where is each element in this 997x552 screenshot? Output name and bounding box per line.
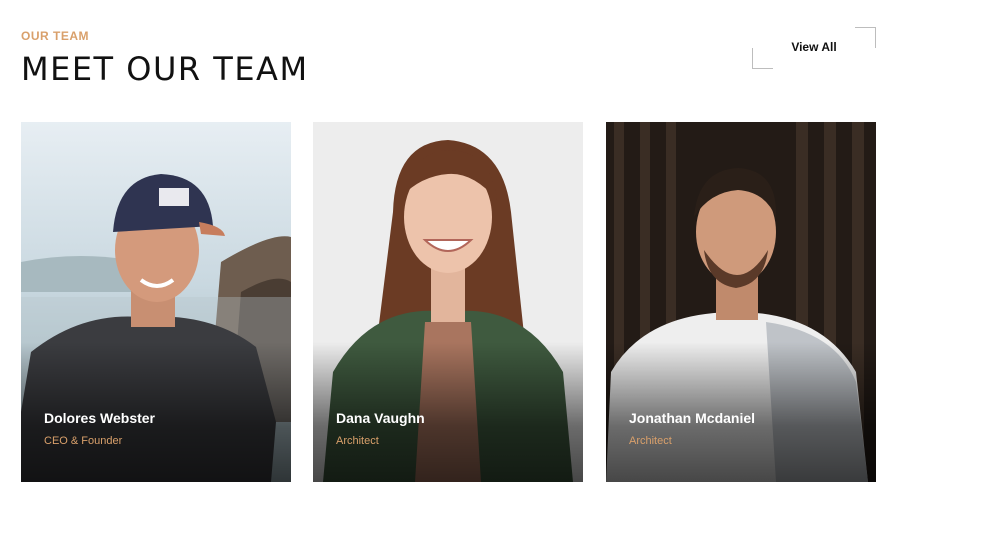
member-name[interactable]: Dolores Webster	[44, 410, 155, 426]
view-all-button[interactable]: View All	[752, 27, 876, 69]
team-card[interactable]: Dolores Webster CEO & Founder	[21, 122, 291, 482]
view-all-label: View All	[791, 40, 837, 54]
page-title: MEET OUR TEAM	[21, 50, 309, 88]
member-role: Architect	[629, 435, 672, 447]
team-card[interactable]: Dana Vaughn Architect	[313, 122, 583, 482]
team-card[interactable]: Jonathan Mcdaniel Architect	[606, 122, 876, 482]
section-eyebrow: OUR TEAM	[21, 29, 89, 43]
member-name[interactable]: Jonathan Mcdaniel	[629, 410, 755, 426]
member-role: CEO & Founder	[44, 435, 123, 447]
team-grid: Dolores Webster CEO & Founder Dana Vaugh…	[21, 122, 876, 482]
member-name[interactable]: Dana Vaughn	[336, 410, 425, 426]
member-role: Architect	[336, 435, 379, 447]
